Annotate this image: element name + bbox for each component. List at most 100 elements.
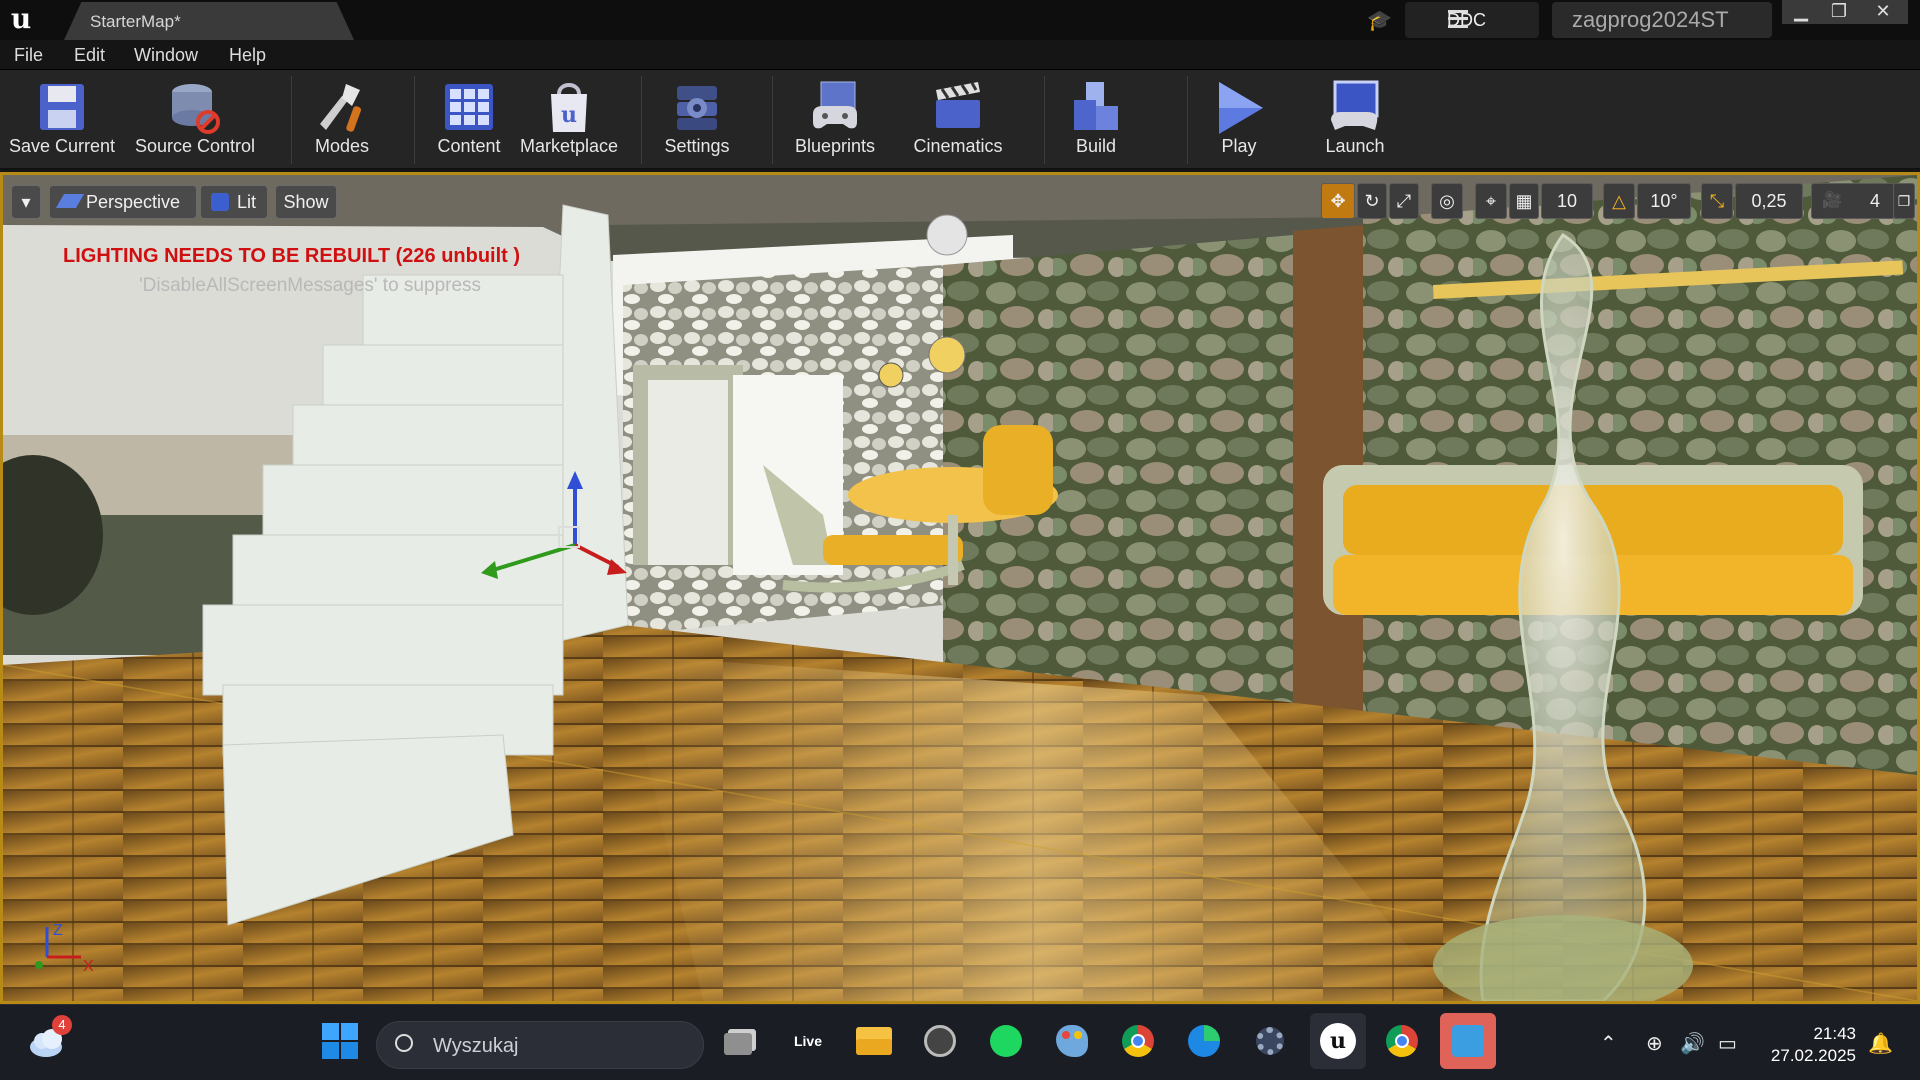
camera-icon: 🎥 — [1822, 192, 1842, 209]
source-control-label: Source Control — [134, 136, 256, 156]
chrome-icon[interactable] — [1114, 1017, 1162, 1065]
settings-label: Settings — [664, 136, 730, 156]
play-button[interactable]: Play — [1200, 70, 1278, 170]
restore-button[interactable]: ❐ — [1820, 0, 1858, 24]
volume-icon[interactable]: 🔊 — [1680, 1031, 1705, 1056]
show-label: Show — [283, 192, 329, 212]
unreal-editor-taskbar-icon[interactable]: u — [1310, 1013, 1366, 1069]
surface-snap-icon[interactable]: ⌖ — [1475, 183, 1507, 219]
toolbar-divider — [641, 76, 642, 164]
play-icon — [1219, 82, 1263, 134]
marketplace-button[interactable]: u Marketplace — [516, 70, 622, 170]
rotation-snap-value[interactable]: 10° — [1637, 183, 1691, 219]
world-space-icon[interactable]: ◎ — [1431, 183, 1463, 219]
file-explorer-icon[interactable] — [850, 1017, 898, 1065]
content-label: Content — [437, 136, 501, 156]
source-control-button[interactable]: Source Control — [128, 70, 262, 170]
content-button[interactable]: Content — [426, 70, 512, 170]
scale-snap-value[interactable]: 0,25 — [1735, 183, 1803, 219]
axis-x-label: X — [83, 958, 94, 975]
chrome-profile-icon[interactable] — [1378, 1017, 1426, 1065]
menu-edit[interactable]: Edit — [74, 45, 105, 66]
save-current-label: Save Current — [8, 136, 116, 156]
scale-snap-icon[interactable]: ⤡ — [1701, 183, 1733, 219]
language-globe-icon[interactable]: ⊕ — [1646, 1031, 1663, 1056]
tab-startermap[interactable]: StarterMap* — [64, 2, 354, 40]
clock-time: 21:43 — [1813, 1024, 1856, 1043]
scale-mode-icon[interactable]: ⤢ — [1389, 183, 1419, 219]
grid-snap-value[interactable]: 10 — [1541, 183, 1593, 219]
toolbar-divider — [414, 76, 415, 164]
level-viewport[interactable]: Z X ▾ Perspective Lit Show ✥ ↻ ⤢ ◎ ⌖ ▦ 1… — [0, 172, 1920, 1004]
menu-window[interactable]: Window — [134, 45, 198, 66]
battery-icon[interactable]: ▭ — [1718, 1031, 1737, 1056]
settings-button[interactable]: Settings — [654, 70, 740, 170]
live-widget[interactable]: Live — [784, 1017, 832, 1065]
build-label: Build — [1075, 136, 1117, 156]
launch-label: Launch — [1325, 136, 1385, 156]
menu-file[interactable]: File — [14, 45, 43, 66]
lit-label: Lit — [237, 192, 257, 212]
search-placeholder: Wyszukaj — [433, 1035, 519, 1057]
chevron-up-icon[interactable]: ⌃ — [1600, 1031, 1617, 1056]
svg-text:u: u — [561, 102, 577, 128]
spotify-icon[interactable] — [982, 1017, 1030, 1065]
launch-icon — [1331, 80, 1379, 130]
blueprints-label: Blueprints — [794, 136, 876, 156]
notification-badge: 4 — [52, 1015, 72, 1035]
build-button[interactable]: Build — [1058, 70, 1134, 170]
launch-button[interactable]: Launch — [1316, 70, 1394, 170]
start-button[interactable] — [316, 1017, 364, 1065]
viewport-options-button[interactable]: ▾ — [11, 185, 41, 219]
close-button[interactable]: ✕ — [1858, 0, 1908, 24]
rotate-mode-icon[interactable]: ↻ — [1357, 183, 1387, 219]
lit-button[interactable]: Lit — [200, 185, 268, 219]
menu-bar: File Edit Window Help — [0, 40, 1920, 70]
clock-date: 27.02.2025 — [1770, 1046, 1856, 1065]
play-label: Play — [1221, 136, 1257, 156]
maximize-viewport-icon[interactable]: ❐ — [1893, 183, 1915, 219]
marketplace-label: Marketplace — [519, 136, 619, 156]
modes-button[interactable]: Modes — [302, 70, 382, 170]
title-bar: u StarterMap* 🎓 DDC zagprog2024ST ▁ ❐ ✕ — [0, 0, 1920, 40]
suppress-hint: 'DisableAllScreenMessages' to suppress — [139, 275, 482, 296]
save-current-button[interactable]: Save Current — [0, 70, 124, 170]
unreal-logo-icon[interactable]: u — [4, 2, 38, 36]
blueprints-button[interactable]: Blueprints — [784, 70, 886, 170]
learn-cap-icon[interactable]: 🎓 — [1367, 8, 1395, 32]
blueprints-icon — [813, 81, 857, 129]
system-clock[interactable]: 21:43 27.02.2025 — [1762, 1023, 1856, 1067]
content-icon — [445, 84, 493, 130]
axis-z-label: Z — [53, 922, 63, 939]
edge-icon[interactable] — [1180, 1017, 1228, 1065]
lit-sphere-icon — [211, 193, 229, 211]
back-chair — [983, 425, 1053, 515]
scene-render[interactable]: Z X — [3, 175, 1917, 1001]
photos-icon[interactable] — [1440, 1013, 1496, 1069]
paint-icon[interactable] — [1048, 1017, 1096, 1065]
save-icon — [40, 84, 84, 130]
show-button[interactable]: Show — [275, 185, 337, 219]
notifications-bell-icon[interactable]: 🔔 — [1868, 1031, 1893, 1056]
lighting-warning: LIGHTING NEEDS TO BE REBUILT (226 unbuil… — [63, 245, 521, 267]
translate-mode-icon[interactable]: ✥ — [1321, 183, 1355, 219]
settings-gear-icon[interactable] — [1246, 1017, 1294, 1065]
project-name: zagprog2024ST — [1552, 2, 1772, 38]
camera-speed-button[interactable]: 🎥 4 — [1811, 183, 1895, 219]
task-view-icon[interactable] — [718, 1017, 766, 1065]
toolbar-divider — [291, 76, 292, 164]
minimize-button[interactable]: ▁ — [1782, 0, 1820, 24]
menu-help[interactable]: Help — [229, 45, 266, 66]
weather-widget[interactable]: 4 — [24, 1015, 72, 1065]
perspective-button[interactable]: Perspective — [49, 185, 197, 219]
perspective-icon — [55, 194, 85, 208]
screenshot-app-icon[interactable] — [916, 1017, 964, 1065]
modes-icon — [320, 84, 362, 132]
main-toolbar: Save Current Source Control Modes Conten… — [0, 70, 1920, 170]
cinematics-button[interactable]: Cinematics — [906, 70, 1010, 170]
taskbar-search[interactable]: Wyszukaj — [376, 1021, 704, 1069]
grid-snap-icon[interactable]: ▦ — [1509, 183, 1539, 219]
ceiling-lamp — [926, 214, 968, 256]
ddc-button[interactable]: DDC — [1405, 2, 1539, 38]
rotation-snap-icon[interactable]: △ — [1603, 183, 1635, 219]
